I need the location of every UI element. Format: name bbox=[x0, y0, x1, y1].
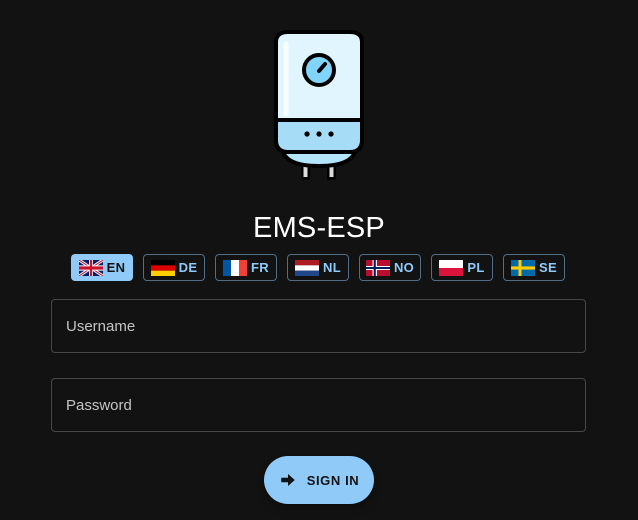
boiler-icon bbox=[274, 30, 364, 180]
language-button-pl[interactable]: PL bbox=[431, 254, 493, 281]
language-button-en[interactable]: EN bbox=[71, 254, 133, 281]
app-title: EMS-ESP bbox=[253, 212, 385, 244]
username-field[interactable] bbox=[51, 299, 586, 353]
username-input[interactable] bbox=[52, 300, 585, 352]
sign-in-label: SIGN IN bbox=[306, 472, 360, 488]
login-arrow-icon bbox=[280, 474, 295, 486]
france-flag-icon bbox=[223, 259, 248, 276]
language-button-de[interactable]: DE bbox=[143, 254, 205, 281]
language-code-pl: PL bbox=[467, 260, 485, 275]
language-button-nl[interactable]: NL bbox=[287, 254, 349, 281]
netherlands-flag-icon bbox=[295, 259, 320, 276]
language-button-se[interactable]: SE bbox=[503, 254, 565, 281]
norway-flag-icon bbox=[365, 259, 390, 276]
language-code-nl: NL bbox=[323, 260, 341, 275]
language-code-no: NO bbox=[393, 260, 415, 275]
language-button-no[interactable]: NO bbox=[359, 254, 421, 281]
password-field[interactable] bbox=[51, 378, 586, 432]
language-button-fr[interactable]: FR bbox=[215, 254, 277, 281]
sweden-flag-icon bbox=[511, 259, 536, 276]
language-code-en: EN bbox=[106, 260, 126, 275]
password-input[interactable] bbox=[52, 379, 585, 431]
language-code-de: DE bbox=[178, 260, 198, 275]
language-code-fr: FR bbox=[251, 260, 269, 275]
sign-in-button[interactable]: SIGN IN bbox=[264, 456, 374, 504]
uk-flag-icon bbox=[78, 259, 103, 276]
language-code-se: SE bbox=[539, 260, 557, 275]
germany-flag-icon bbox=[150, 259, 175, 276]
poland-flag-icon bbox=[439, 259, 464, 276]
